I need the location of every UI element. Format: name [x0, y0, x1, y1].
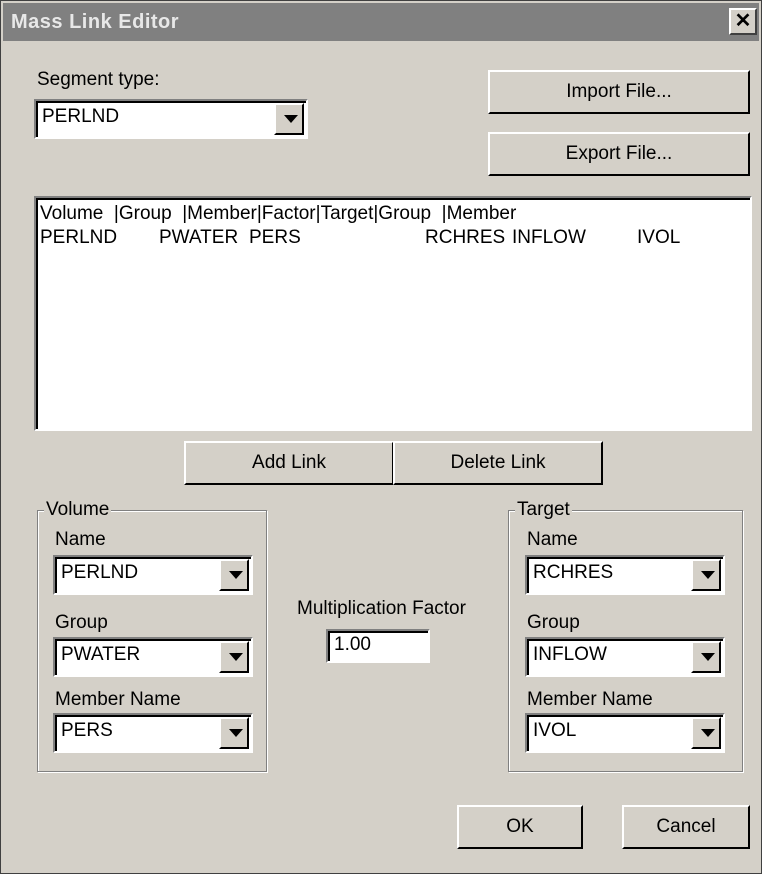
volume-group-title: Volume [44, 499, 112, 521]
chevron-down-icon [701, 729, 715, 737]
target-name-dropdown[interactable]: RCHRES [525, 555, 725, 595]
segment-type-dropdown[interactable]: PERLND [34, 99, 308, 139]
links-list-header: Volume |Group |Member|Factor|Target|Grou… [40, 203, 517, 224]
target-group-dropdown[interactable]: INFLOW [525, 637, 725, 677]
segment-type-dropdown-button[interactable] [274, 103, 304, 135]
target-group-dropdown-button[interactable] [691, 641, 721, 673]
chevron-down-icon [229, 653, 243, 661]
multiplication-factor-label: Multiplication Factor [297, 598, 466, 619]
volume-name-dropdown[interactable]: PERLND [53, 555, 253, 595]
row-group: PWATER [159, 227, 239, 248]
title-bar[interactable]: Mass Link Editor ✕ [3, 3, 759, 41]
target-name-label: Name [527, 529, 578, 550]
mass-link-editor-window: Mass Link Editor ✕ Segment type: PERLND … [0, 0, 762, 874]
close-icon: ✕ [734, 10, 752, 32]
row-volume: PERLND [40, 227, 118, 248]
segment-type-value: PERLND [42, 106, 120, 127]
target-group-label: Group [527, 612, 580, 633]
volume-group-label: Group [55, 612, 108, 633]
volume-group-dropdown[interactable]: PWATER [53, 637, 253, 677]
volume-member-value: PERS [61, 720, 113, 741]
row-target-group: INFLOW [512, 227, 586, 248]
target-name-value: RCHRES [533, 562, 614, 583]
import-file-button[interactable]: Import File... [488, 70, 750, 114]
volume-member-dropdown-button[interactable] [219, 717, 249, 749]
chevron-down-icon [284, 115, 298, 123]
row-target: RCHRES [425, 227, 506, 248]
chevron-down-icon [229, 571, 243, 579]
volume-groupbox: Volume Name PERLND Group PWATER Member N… [37, 499, 267, 772]
target-member-dropdown[interactable]: IVOL [525, 713, 725, 753]
volume-group-value: PWATER [61, 644, 141, 665]
volume-name-value: PERLND [61, 562, 139, 583]
window-title: Mass Link Editor [11, 11, 180, 33]
volume-group-dropdown-button[interactable] [219, 641, 249, 673]
target-member-dropdown-button[interactable] [691, 717, 721, 749]
multiplication-factor-value: 1.00 [334, 634, 371, 655]
target-member-value: IVOL [533, 720, 577, 741]
target-name-dropdown-button[interactable] [691, 559, 721, 591]
row-target-member: IVOL [637, 227, 681, 248]
list-item[interactable]: PERLND PWATER PERS RCHRES INFLOW IVOL [40, 226, 740, 250]
target-group-title: Target [515, 499, 572, 521]
segment-type-label: Segment type: [37, 69, 160, 90]
volume-member-label: Member Name [55, 689, 181, 710]
export-file-button[interactable]: Export File... [488, 132, 750, 176]
target-member-label: Member Name [527, 689, 653, 710]
ok-button[interactable]: OK [457, 805, 583, 849]
delete-link-button[interactable]: Delete Link [393, 441, 603, 485]
cancel-button[interactable]: Cancel [622, 805, 750, 849]
target-group-value: INFLOW [533, 644, 607, 665]
volume-name-label: Name [55, 529, 106, 550]
target-groupbox: Target Name RCHRES Group INFLOW Member N… [508, 499, 743, 772]
add-link-button[interactable]: Add Link [184, 441, 394, 485]
volume-name-dropdown-button[interactable] [219, 559, 249, 591]
volume-member-dropdown[interactable]: PERS [53, 713, 253, 753]
chevron-down-icon [701, 653, 715, 661]
row-member: PERS [249, 227, 301, 248]
chevron-down-icon [701, 571, 715, 579]
multiplication-factor-input[interactable]: 1.00 [326, 629, 430, 663]
links-list[interactable]: Volume |Group |Member|Factor|Target|Grou… [34, 196, 752, 431]
close-button[interactable]: ✕ [729, 8, 757, 35]
chevron-down-icon [229, 729, 243, 737]
